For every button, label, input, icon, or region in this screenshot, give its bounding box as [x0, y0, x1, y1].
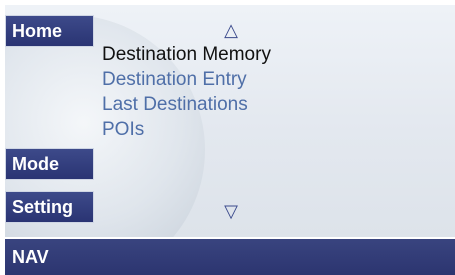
menu-item-destination-entry[interactable]: Destination Entry [102, 67, 271, 92]
setting-button[interactable]: Setting [5, 191, 94, 223]
destination-menu: Destination Memory Destination Entry Las… [102, 42, 271, 142]
status-bar-label: NAV [12, 246, 49, 267]
menu-item-pois[interactable]: POIs [102, 117, 271, 142]
menu-item-last-destinations[interactable]: Last Destinations [102, 92, 271, 117]
status-bar: NAV [5, 239, 455, 275]
home-button[interactable]: Home [5, 15, 94, 47]
scroll-down-arrow-icon[interactable]: ▽ [221, 202, 241, 220]
scroll-up-arrow-icon[interactable]: △ [221, 21, 241, 39]
menu-item-destination-memory[interactable]: Destination Memory [102, 42, 271, 67]
mode-button[interactable]: Mode [5, 148, 94, 180]
nav-screen: Home Mode Setting △ Destination Memory D… [5, 5, 455, 237]
